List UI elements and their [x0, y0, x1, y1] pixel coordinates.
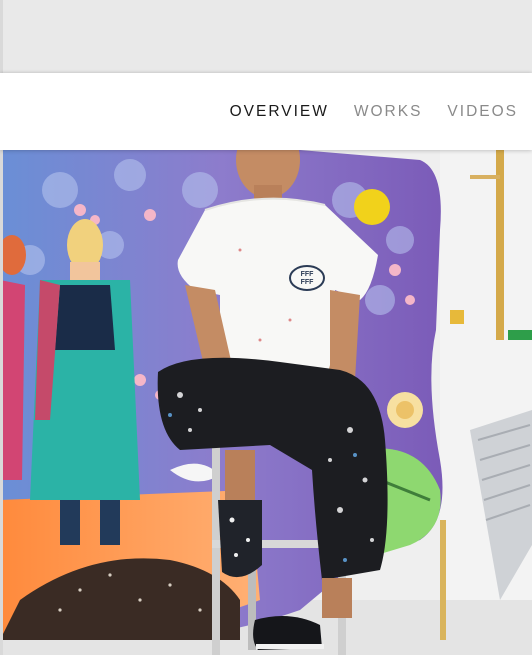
nav-item-overview[interactable]: OVERVIEW [230, 103, 329, 121]
nav-item-videos[interactable]: VIDEOS [447, 103, 518, 121]
nav-menu: OVERVIEW WORKS VIDEOS [230, 73, 518, 150]
svg-text:FFF: FFF [301, 271, 315, 278]
nav-item-works[interactable]: WORKS [354, 103, 423, 121]
svg-text:FFF: FFF [301, 279, 315, 286]
top-navigation-bar: OVERVIEW WORKS VIDEOS [0, 73, 532, 150]
